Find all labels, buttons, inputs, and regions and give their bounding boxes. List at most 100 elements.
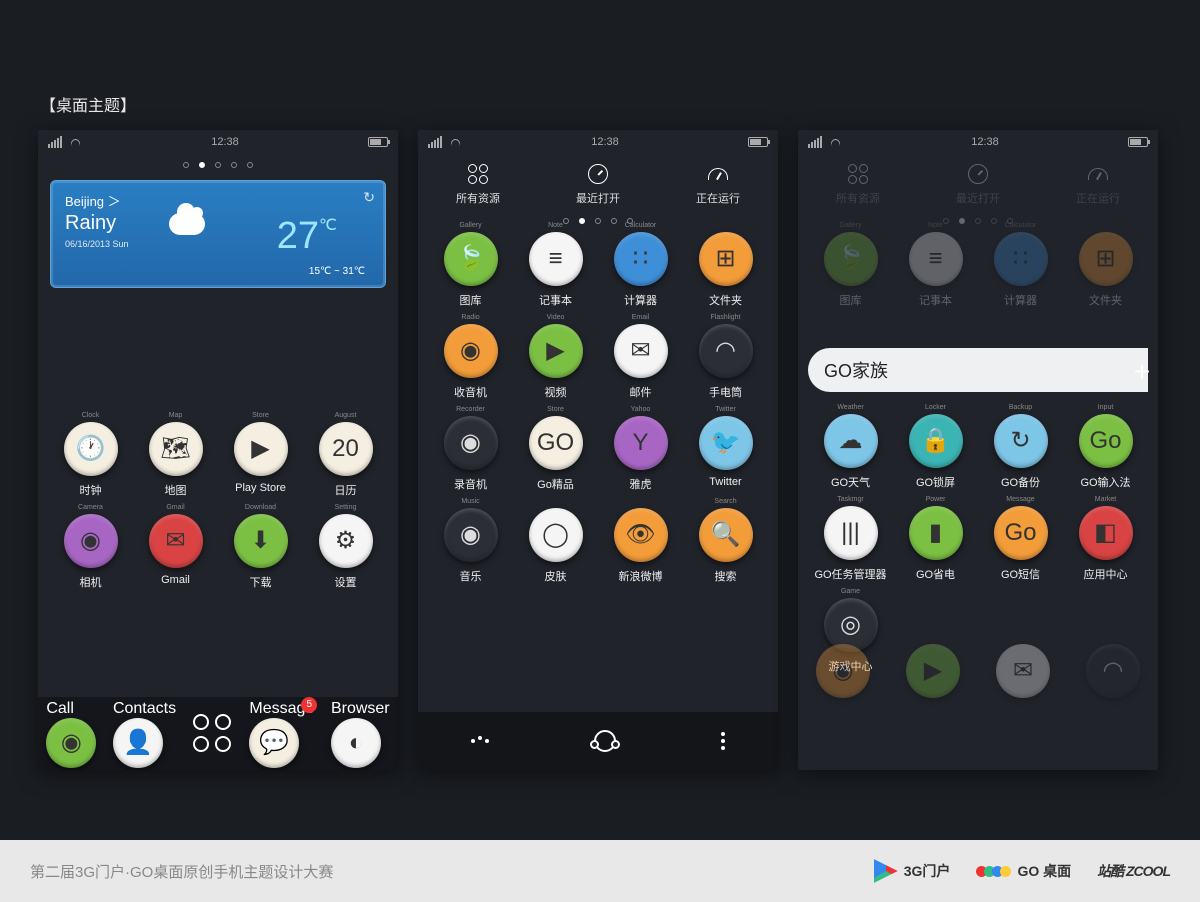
app-icon[interactable]: 20 xyxy=(319,422,373,476)
app-邮件[interactable]: Email ✉ 邮件 xyxy=(598,324,683,400)
app-Play Store[interactable]: Store ▶ Play Store xyxy=(218,422,303,498)
app-icon[interactable]: ◉ xyxy=(444,508,498,562)
app-视频[interactable]: Video ▶ 视频 xyxy=(513,324,598,400)
app-icon[interactable]: ⬇ xyxy=(234,514,288,568)
app-计算器[interactable]: Calculator ∷ 计算器 xyxy=(598,232,683,308)
app-应用中心[interactable]: Market ◧ 应用中心 xyxy=(1063,506,1148,582)
weather-temp: 27℃ xyxy=(277,215,337,258)
app-地图[interactable]: Map 🗺 地图 xyxy=(133,422,218,498)
status-bar: 12:38 xyxy=(418,130,778,154)
app-录音机[interactable]: Recorder ◉ 录音机 xyxy=(428,416,513,492)
app-label: 文件夹 xyxy=(709,292,742,308)
app-GO天气[interactable]: Weather ☁ GO天气 xyxy=(808,414,893,490)
app-icon[interactable]: GO xyxy=(529,416,583,470)
app-icon[interactable]: Go xyxy=(1079,414,1133,468)
app-时钟[interactable]: Clock 🕐 时钟 xyxy=(48,422,133,498)
app-icon[interactable]: ∷ xyxy=(614,232,668,286)
app-GO输入法[interactable]: Input Go GO输入法 xyxy=(1063,414,1148,490)
app-设置[interactable]: Setting ⚙ 设置 xyxy=(303,514,388,590)
app-icon[interactable]: ◉ xyxy=(444,324,498,378)
dock-Browser[interactable]: Browser ◐ xyxy=(331,700,390,768)
nav-home-icon[interactable] xyxy=(594,730,616,752)
app-icon[interactable]: ▶ xyxy=(529,324,583,378)
app-搜索[interactable]: Search 🔍 搜索 xyxy=(683,508,768,584)
app-label: 设置 xyxy=(335,574,357,590)
app-收音机[interactable]: Radio ◉ 收音机 xyxy=(428,324,513,400)
dock-Message[interactable]: Message 💬 5 xyxy=(249,700,314,768)
app-Gmail[interactable]: Gmail ✉ Gmail xyxy=(133,514,218,590)
tab-0[interactable]: 所有资源 xyxy=(836,162,880,206)
weather-city[interactable]: Beijing ＞ xyxy=(65,191,371,210)
app-icon[interactable]: 🕐 xyxy=(64,422,118,476)
app-Twitter[interactable]: Twitter 🐦 Twitter xyxy=(683,416,768,492)
tab-1[interactable]: 最近打开 xyxy=(956,162,1000,206)
app-icon[interactable]: ◧ xyxy=(1079,506,1133,560)
app-sublabel: Music xyxy=(461,498,479,505)
page-title: 【桌面主题】 xyxy=(40,92,136,116)
app-GO任务管理器[interactable]: Taskmgr ||| GO任务管理器 xyxy=(808,506,893,582)
tab-2[interactable]: 正在运行 xyxy=(696,162,740,206)
app-icon[interactable]: 🍃 xyxy=(444,232,498,286)
dock-Call[interactable]: Call ◉ xyxy=(46,700,96,768)
app-label: 计算器 xyxy=(624,292,657,308)
battery-icon xyxy=(748,137,768,147)
tab-0[interactable]: 所有资源 xyxy=(456,162,500,206)
app-icon: 🍃 xyxy=(824,232,878,286)
nav-more-icon[interactable] xyxy=(721,732,725,750)
app-雅虎[interactable]: Yahoo Y 雅虎 xyxy=(598,416,683,492)
app-icon[interactable]: 🔍 xyxy=(699,508,753,562)
weather-widget[interactable]: Beijing ＞ Rainy 06/16/2013 Sun 27℃ 15℃ ~… xyxy=(50,180,386,288)
app-皮肤[interactable]: ◯ 皮肤 xyxy=(513,508,598,584)
app-相机[interactable]: Camera ◉ 相机 xyxy=(48,514,133,590)
tab-2[interactable]: 正在运行 xyxy=(1076,162,1120,206)
app-GO锁屏[interactable]: Locker 🔒 GO锁屏 xyxy=(893,414,978,490)
app-Go精品[interactable]: Store GO Go精品 xyxy=(513,416,598,492)
app-音乐[interactable]: Music ◉ 音乐 xyxy=(428,508,513,584)
app-GO短信[interactable]: Message Go GO短信 xyxy=(978,506,1063,582)
app-icon[interactable]: ⊞ xyxy=(699,232,753,286)
app-icon[interactable]: 🗺 xyxy=(149,422,203,476)
app-icon[interactable]: ✉ xyxy=(149,514,203,568)
app-新浪微博[interactable]: 👁 新浪微博 xyxy=(598,508,683,584)
app-文件夹[interactable]: ⊞ 文件夹 xyxy=(683,232,768,308)
dock-drawer-button[interactable] xyxy=(193,714,233,754)
drawer-tabs: 所有资源 最近打开 正在运行 xyxy=(418,154,778,210)
app-icon[interactable]: ◠ xyxy=(699,324,753,378)
app-icon[interactable]: ◉ xyxy=(444,416,498,470)
app-icon[interactable]: Y xyxy=(614,416,668,470)
app-icon[interactable]: ||| xyxy=(824,506,878,560)
app-GO省电[interactable]: Power ▮ GO省电 xyxy=(893,506,978,582)
app-sublabel: Note xyxy=(928,222,943,229)
app-label: 雅虎 xyxy=(630,476,652,492)
app-记事本[interactable]: Note ≡ 记事本 xyxy=(513,232,598,308)
dock-Contacts[interactable]: Contacts 👤 xyxy=(113,700,176,768)
add-button[interactable]: + xyxy=(1124,354,1158,390)
folder-title-bar[interactable]: GO家族 xyxy=(808,348,1148,392)
app-文件夹: ⊞ 文件夹 xyxy=(1063,232,1148,308)
app-GO备份[interactable]: Backup ↻ GO备份 xyxy=(978,414,1063,490)
app-icon[interactable]: ≡ xyxy=(529,232,583,286)
app-icon[interactable]: 🔒 xyxy=(909,414,963,468)
app-label: 邮件 xyxy=(630,384,652,400)
app-icon[interactable]: ▮ xyxy=(909,506,963,560)
app-手电筒[interactable]: Flashlight ◠ 手电筒 xyxy=(683,324,768,400)
app-label: 皮肤 xyxy=(545,568,567,584)
app-icon[interactable]: Go xyxy=(994,506,1048,560)
app-icon[interactable]: ▶ xyxy=(234,422,288,476)
app-sublabel: Backup xyxy=(1009,404,1032,411)
refresh-icon[interactable]: ↻ xyxy=(363,189,375,206)
tab-1[interactable]: 最近打开 xyxy=(576,162,620,206)
app-图库[interactable]: Gallery 🍃 图库 xyxy=(428,232,513,308)
app-icon[interactable]: ✉ xyxy=(614,324,668,378)
app-icon[interactable]: 👁 xyxy=(614,508,668,562)
app-icon[interactable]: ☁ xyxy=(824,414,878,468)
app-下载[interactable]: Download ⬇ 下载 xyxy=(218,514,303,590)
app-icon[interactable]: ↻ xyxy=(994,414,1048,468)
app-icon[interactable]: ◉ xyxy=(64,514,118,568)
nav-menu-icon[interactable] xyxy=(471,739,489,743)
app-icon[interactable]: ◯ xyxy=(529,508,583,562)
app-日历[interactable]: August 20 日历 xyxy=(303,422,388,498)
app-icon[interactable]: ⚙ xyxy=(319,514,373,568)
app-label: GO输入法 xyxy=(1080,474,1130,490)
app-icon[interactable]: 🐦 xyxy=(699,416,753,470)
